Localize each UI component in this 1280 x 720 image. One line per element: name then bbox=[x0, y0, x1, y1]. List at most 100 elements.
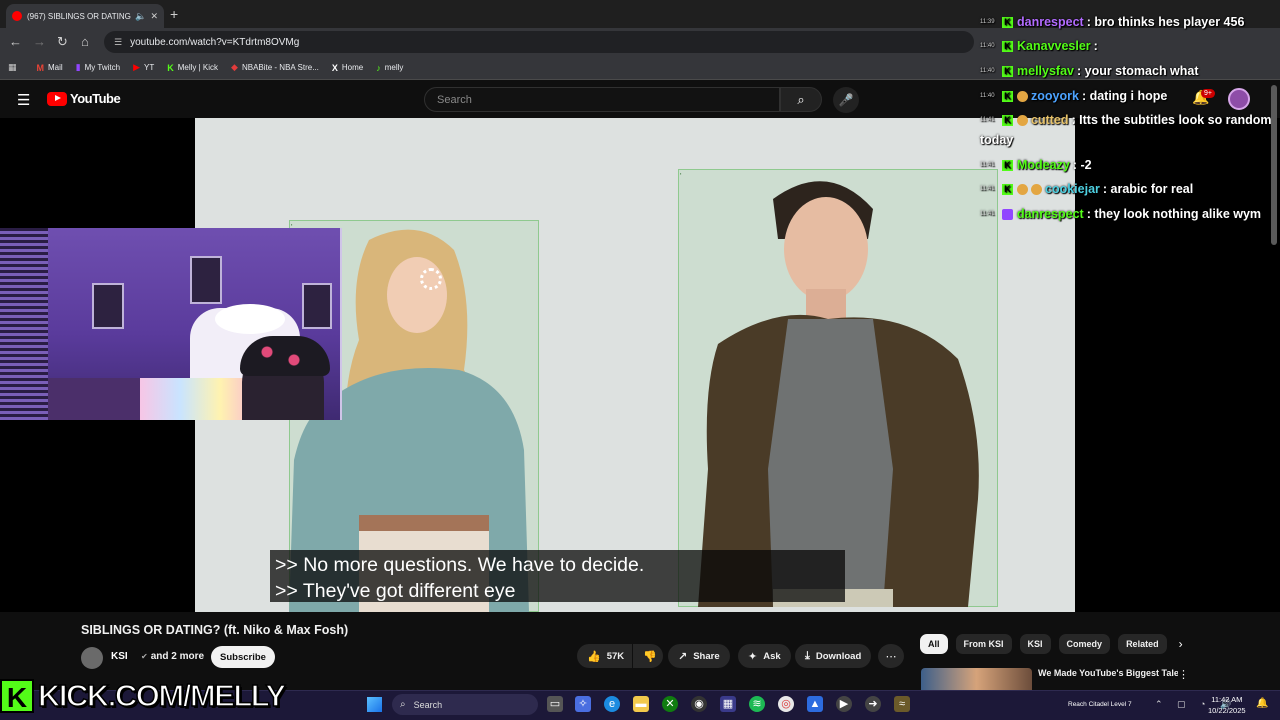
channel-name[interactable]: KSI bbox=[111, 651, 128, 662]
kick-badge-icon: K bbox=[1002, 90, 1013, 102]
kick-badge-icon: K bbox=[1002, 16, 1013, 28]
ask-button[interactable]: ✦ Ask bbox=[738, 644, 791, 668]
taskbar-clock[interactable]: 11:42 AM 10/22/2025 bbox=[1208, 694, 1246, 716]
bookmark-label: My Twitch bbox=[84, 63, 121, 72]
bookmark-label: YT bbox=[143, 63, 155, 72]
chat-username: cookiejar bbox=[1045, 182, 1100, 196]
chat-message: 11:40 K Kanavvesler : bbox=[980, 39, 1102, 53]
kick-url-text: KICK.COM/MELLY bbox=[37, 677, 287, 714]
chat-username: Kanavvesler bbox=[1017, 39, 1091, 53]
file-explorer-icon[interactable]: ▬ bbox=[633, 696, 649, 712]
page-scrollbar[interactable] bbox=[1271, 85, 1277, 245]
x-icon: X bbox=[331, 62, 338, 73]
site-info-icon[interactable]: ☰ bbox=[114, 37, 122, 48]
like-count: 57K bbox=[606, 650, 625, 662]
search-icon: ⌕ bbox=[797, 91, 805, 107]
chip-comedy[interactable]: Comedy bbox=[1058, 634, 1111, 654]
chat-message: 11:39 K danrespect : bro thinks hes play… bbox=[980, 15, 1245, 29]
chip-ksi[interactable]: KSI bbox=[1019, 634, 1051, 654]
screen: (967) SIBLINGS OR DATING 🔈 ✕ + ← → ↻ ⌂ ☰… bbox=[0, 0, 1280, 720]
chat-text: they look nothing alike wym bbox=[1094, 207, 1262, 221]
new-tab-icon[interactable]: + bbox=[170, 6, 178, 22]
obs-icon[interactable]: ◉ bbox=[691, 696, 707, 712]
nba-icon: ◆ bbox=[231, 62, 238, 72]
chip-from-ksi[interactable]: From KSI bbox=[955, 634, 1012, 654]
youtube-wordmark: YouTube bbox=[70, 91, 121, 106]
caption-line-2: >> They've got different eye bbox=[275, 580, 516, 602]
home-icon[interactable]: ⌂ bbox=[81, 34, 89, 49]
game-icon[interactable]: ≈ bbox=[894, 696, 910, 712]
chrome-icon[interactable]: ◎ bbox=[778, 696, 794, 712]
twitch-badge-icon bbox=[1002, 208, 1013, 220]
windows-start-icon[interactable] bbox=[367, 697, 382, 712]
bookmark-mail[interactable]: M Mail bbox=[37, 63, 63, 73]
chat-text: bro thinks hes player 456 bbox=[1094, 15, 1245, 29]
chip-related[interactable]: Related bbox=[1118, 634, 1167, 654]
recommendation-title[interactable]: We Made YouTube's Biggest Talent Show bbox=[1038, 668, 1178, 686]
photos-icon[interactable]: ▲ bbox=[807, 696, 823, 712]
store-icon[interactable]: ▦ bbox=[720, 696, 736, 712]
chat-time: 11:41 bbox=[980, 117, 995, 123]
channel-avatar[interactable] bbox=[81, 647, 103, 669]
bookmark-label: melly bbox=[384, 63, 404, 72]
app-icon[interactable]: ➜ bbox=[865, 696, 881, 712]
search-input[interactable]: Search bbox=[424, 87, 780, 112]
chat-text: -2 bbox=[1080, 158, 1092, 172]
bookmark-label: NBABite - NBA Stre... bbox=[241, 63, 319, 72]
taskbar-search[interactable]: ⌕ Search bbox=[392, 694, 538, 715]
chip-all[interactable]: All bbox=[920, 634, 948, 654]
notification-center-icon[interactable]: 🔔 bbox=[1256, 698, 1268, 709]
browser-tab[interactable]: (967) SIBLINGS OR DATING 🔈 ✕ bbox=[6, 4, 164, 28]
menu-icon[interactable]: ☰ bbox=[17, 91, 30, 109]
youtube-icon: ▶ bbox=[133, 62, 140, 72]
chat-text: arabic for real bbox=[1110, 182, 1194, 196]
chat-time: 11:41 bbox=[980, 211, 995, 217]
voice-search-button[interactable]: 🎤 bbox=[833, 87, 859, 113]
back-icon[interactable]: ← bbox=[9, 34, 22, 49]
bookmark-x-home[interactable]: X Home bbox=[332, 63, 363, 73]
chat-time: 11:40 bbox=[980, 43, 995, 49]
like-button[interactable]: 👍 57K bbox=[577, 644, 632, 668]
bookmark-my-twitch[interactable]: ▮ My Twitch bbox=[76, 62, 120, 73]
address-bar[interactable]: ☰ youtube.com/watch?v=KTdrtm8OVMg bbox=[104, 31, 974, 53]
youtube-logo[interactable]: YouTube bbox=[47, 91, 121, 106]
man-figure bbox=[698, 181, 979, 607]
recommendation-menu-icon[interactable]: ⋮ bbox=[1178, 668, 1189, 681]
subscribe-button[interactable]: Subscribe bbox=[211, 646, 275, 668]
bookmark-nbabite[interactable]: ◆ NBABite - NBA Stre... bbox=[231, 62, 319, 73]
download-button[interactable]: ⤓ Download bbox=[795, 644, 872, 668]
bookmark-yt[interactable]: ▶ YT bbox=[133, 62, 154, 73]
speaker-icon[interactable]: 🔈 bbox=[135, 11, 146, 22]
twitch-icon: ▮ bbox=[75, 62, 81, 72]
edge-icon[interactable]: e bbox=[604, 696, 620, 712]
media-player-icon[interactable]: ▶ bbox=[836, 696, 852, 712]
chevron-right-icon[interactable]: › bbox=[1179, 637, 1183, 651]
share-button[interactable]: ↗ Share bbox=[668, 644, 730, 668]
copilot-icon[interactable]: ✧ bbox=[575, 696, 591, 712]
chat-username: cutted bbox=[1031, 113, 1069, 127]
wall-poster bbox=[190, 256, 222, 304]
xbox-icon[interactable]: ✕ bbox=[662, 696, 678, 712]
video-title: SIBLINGS OR DATING? (ft. Niko & Max Fosh… bbox=[81, 623, 349, 637]
search-button[interactable]: ⌕ bbox=[780, 87, 822, 112]
recommendation-thumbnail[interactable] bbox=[921, 668, 1032, 690]
forward-icon[interactable]: → bbox=[33, 34, 46, 49]
spotify-icon[interactable]: ≋ bbox=[749, 696, 765, 712]
bookmark-melly[interactable]: ♪ melly bbox=[376, 63, 403, 73]
task-view-icon[interactable]: ▭ bbox=[547, 696, 563, 712]
more-actions-icon[interactable]: ⋯ bbox=[878, 644, 904, 668]
dislike-button[interactable]: 👎 bbox=[633, 644, 663, 668]
search-icon: ⌕ bbox=[400, 699, 406, 710]
wall-poster bbox=[92, 283, 124, 329]
chat-text: your stomach what bbox=[1084, 64, 1199, 78]
channel-collaborators[interactable]: ✔ and 2 more bbox=[141, 651, 204, 662]
apps-icon[interactable]: ▦ bbox=[8, 62, 21, 73]
url-text: youtube.com/watch?v=KTdrtm8OVMg bbox=[130, 36, 300, 48]
reload-icon[interactable]: ↻ bbox=[57, 34, 68, 50]
tray-notification[interactable]: Reach Citadel Level 7 bbox=[1068, 701, 1132, 708]
bookmark-melly-kick[interactable]: K Melly | Kick bbox=[167, 63, 218, 73]
close-tab-icon[interactable]: ✕ bbox=[150, 11, 158, 22]
streamer-hat bbox=[240, 336, 330, 376]
loading-spinner-icon bbox=[420, 268, 442, 290]
youtube-play-icon bbox=[47, 91, 67, 106]
